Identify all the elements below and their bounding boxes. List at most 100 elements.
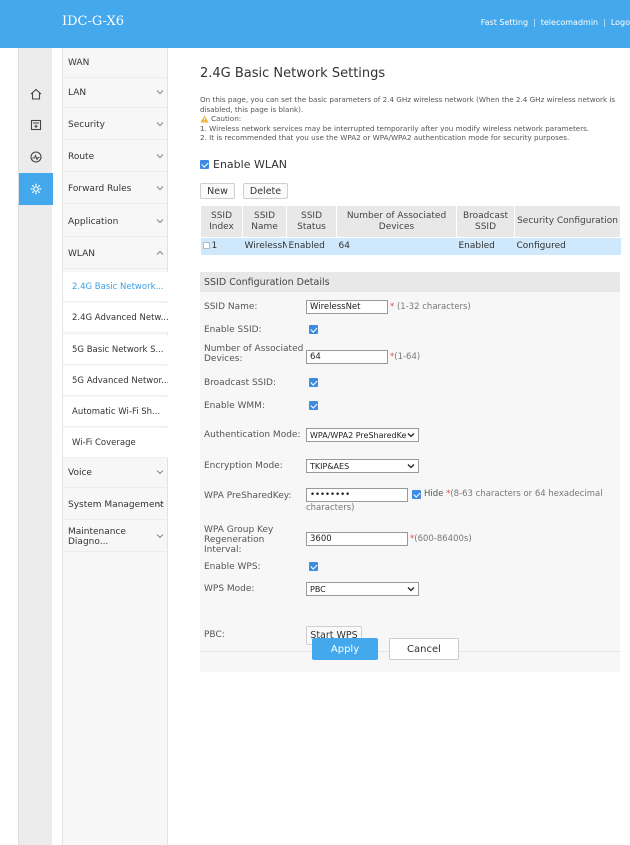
user-link[interactable]: telecomadmin bbox=[541, 18, 598, 27]
psk-label: WPA PreSharedKey: bbox=[204, 491, 292, 501]
intro-text: On this page, you can set the basic para… bbox=[200, 95, 616, 114]
table-cell: 64 bbox=[336, 237, 457, 255]
settings-nav-button[interactable] bbox=[19, 173, 60, 205]
regen-interval-input[interactable]: 3600 bbox=[306, 532, 408, 546]
regen-interval-hint: *(600-86400s) bbox=[410, 534, 472, 544]
caution-item: 2. It is recommended that you use the WP… bbox=[200, 133, 570, 142]
icon-sidebar bbox=[18, 48, 60, 845]
row-checkbox[interactable] bbox=[202, 242, 210, 250]
apply-button[interactable]: Apply bbox=[312, 638, 378, 660]
warning-icon bbox=[200, 115, 209, 123]
nav-item-wlan[interactable]: WLAN bbox=[63, 239, 169, 269]
nav-label: WLAN bbox=[68, 248, 96, 259]
nav-sub-5g-basic[interactable]: 5G Basic Network S... bbox=[63, 335, 169, 365]
network-icon bbox=[30, 119, 42, 131]
nav-label: Application bbox=[68, 216, 119, 227]
chevron-down-icon bbox=[156, 219, 164, 224]
hint-text: (1-64) bbox=[394, 352, 421, 362]
column-header: Number of Associated Devices bbox=[336, 205, 457, 238]
chevron-down-icon bbox=[156, 186, 164, 191]
chevron-down-icon bbox=[407, 587, 415, 592]
num-devices-input[interactable]: 64 bbox=[306, 350, 388, 364]
delete-button[interactable]: Delete bbox=[243, 183, 288, 199]
new-button[interactable]: New bbox=[200, 183, 235, 199]
nav-sub-wifi-coverage[interactable]: Wi-Fi Coverage bbox=[63, 428, 169, 458]
nav-item-maintenance[interactable]: Maintenance Diagno... bbox=[63, 522, 169, 552]
caution-item: 1. Wireless network services may be inte… bbox=[200, 123, 590, 133]
hide-label: Hide bbox=[424, 489, 444, 499]
top-separator: | bbox=[603, 18, 606, 27]
psk-input[interactable]: •••••••• bbox=[306, 488, 408, 502]
ssid-name-input[interactable]: WirelessNet bbox=[306, 300, 388, 314]
chevron-down-icon bbox=[156, 534, 164, 539]
table-header-row: SSID Index SSID Name SSID Status Number … bbox=[200, 205, 621, 238]
required-mark: * bbox=[390, 302, 395, 312]
regen-interval-label: WPA Group Key Regeneration Interval: bbox=[204, 525, 274, 555]
encryption-mode-value: TKIP&AES bbox=[310, 461, 350, 471]
enable-wlan-label: Enable WLAN bbox=[213, 158, 287, 171]
nav-item-wan[interactable]: WAN bbox=[63, 48, 169, 78]
home-icon bbox=[30, 88, 42, 100]
chevron-down-icon bbox=[156, 154, 164, 159]
home-nav-button[interactable] bbox=[19, 78, 53, 110]
caution-line: Caution: bbox=[200, 114, 620, 124]
nav-label: Maintenance Diagno... bbox=[68, 526, 126, 547]
enable-wlan-checkbox[interactable] bbox=[200, 160, 209, 169]
psk-hint-continued: characters) bbox=[306, 503, 355, 513]
top-bar: IDC-G-X6 Fast Setting | telecomadmin | Logo bbox=[0, 0, 630, 48]
chevron-down-icon bbox=[156, 470, 164, 475]
column-header: Broadcast SSID bbox=[456, 205, 515, 238]
enable-ssid-label: Enable SSID: bbox=[204, 325, 262, 335]
num-devices-label: Number of Associated Devices: bbox=[204, 344, 304, 364]
column-header: Security Configuration bbox=[514, 205, 621, 238]
column-header: SSID Name bbox=[242, 205, 287, 238]
nav-label: System Management bbox=[68, 499, 164, 510]
nav-item-lan[interactable]: LAN bbox=[63, 78, 169, 108]
nav-item-system-management[interactable]: System Management bbox=[63, 490, 169, 520]
page-intro: On this page, you can set the basic para… bbox=[200, 95, 620, 143]
enable-wps-checkbox[interactable] bbox=[309, 562, 318, 571]
gauge-icon bbox=[30, 151, 42, 163]
wps-mode-select[interactable]: PBC bbox=[306, 582, 419, 596]
nav-sub-24g-advanced[interactable]: 2.4G Advanced Netw... bbox=[63, 303, 169, 333]
fast-setting-link[interactable]: Fast Setting bbox=[481, 18, 528, 27]
table-cell: Enabled bbox=[456, 237, 515, 255]
table-row[interactable]: 1 WirelessNet Enabled 64 Enabled Configu… bbox=[200, 237, 621, 255]
logout-link[interactable]: Logo bbox=[611, 18, 630, 27]
encryption-mode-select[interactable]: TKIP&AES bbox=[306, 459, 419, 473]
hint-text: (1-32 characters) bbox=[396, 302, 471, 312]
network-nav-button[interactable] bbox=[19, 109, 53, 141]
nav-item-security[interactable]: Security bbox=[63, 110, 169, 140]
nav-item-voice[interactable]: Voice bbox=[63, 458, 169, 488]
status-nav-button[interactable] bbox=[19, 141, 53, 173]
ssid-name-label: SSID Name: bbox=[204, 302, 258, 312]
nav-label: Forward Rules bbox=[68, 183, 132, 194]
auth-mode-select[interactable]: WPA/WPA2 PreSharedKe bbox=[306, 428, 419, 442]
broadcast-ssid-label: Broadcast SSID: bbox=[204, 378, 276, 388]
hint-text: (600-86400s) bbox=[414, 534, 472, 544]
num-devices-hint: *(1-64) bbox=[390, 352, 420, 362]
table-cell: Enabled bbox=[286, 237, 337, 255]
chevron-down-icon bbox=[156, 122, 164, 127]
app-title: IDC-G-X6 bbox=[62, 14, 124, 29]
nav-label: LAN bbox=[68, 87, 87, 98]
nav-item-route[interactable]: Route bbox=[63, 142, 169, 172]
chevron-down-icon bbox=[407, 433, 415, 438]
nav-sub-24g-basic[interactable]: 2.4G Basic Network... bbox=[63, 272, 169, 302]
nav-sub-5g-advanced[interactable]: 5G Advanced Networ... bbox=[63, 366, 169, 396]
column-header: SSID Status bbox=[286, 205, 337, 238]
enable-wlan-row: Enable WLAN bbox=[200, 158, 287, 171]
enable-wmm-label: Enable WMM: bbox=[204, 401, 265, 411]
cancel-button[interactable]: Cancel bbox=[389, 638, 459, 660]
hide-psk-checkbox[interactable] bbox=[412, 490, 421, 499]
nav-item-application[interactable]: Application bbox=[63, 207, 169, 237]
chevron-up-icon bbox=[156, 250, 164, 255]
nav-label: WAN bbox=[68, 57, 90, 68]
wps-mode-label: WPS Mode: bbox=[204, 584, 255, 594]
caution-label: Caution: bbox=[211, 114, 242, 123]
enable-wmm-checkbox[interactable] bbox=[309, 401, 318, 410]
broadcast-ssid-checkbox[interactable] bbox=[309, 378, 318, 387]
nav-sub-wifi-sharing[interactable]: Automatic Wi-Fi Sh... bbox=[63, 397, 169, 427]
enable-ssid-checkbox[interactable] bbox=[309, 325, 318, 334]
nav-item-forward-rules[interactable]: Forward Rules bbox=[63, 174, 169, 204]
